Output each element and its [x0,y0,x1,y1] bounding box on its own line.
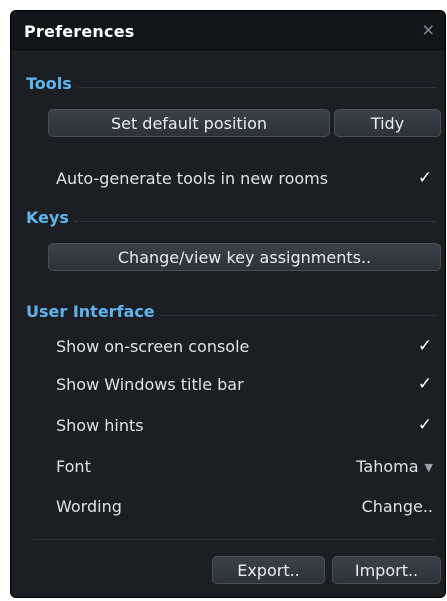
show-console-checkbox[interactable]: ✓ [415,336,435,356]
wording-label: Wording [56,497,122,516]
tidy-button[interactable]: Tidy [334,109,441,137]
preferences-window: Preferences × Tools Set default position… [10,10,446,598]
font-label: Font [56,457,91,476]
show-title-bar-label: Show Windows title bar [56,375,244,394]
keys-heading: Keys [26,207,69,227]
section-divider [160,314,435,316]
chevron-down-icon: ▼ [424,461,433,474]
user-interface-heading: User Interface [26,301,155,321]
footer-divider [33,539,435,540]
show-title-bar-checkbox[interactable]: ✓ [415,374,435,394]
import-button[interactable]: Import.. [332,556,441,584]
show-hints-checkbox[interactable]: ✓ [415,415,435,435]
export-button[interactable]: Export.. [212,556,325,584]
auto-generate-checkbox[interactable]: ✓ [415,168,435,188]
show-hints-label: Show hints [56,416,144,435]
section-user-interface: User Interface [26,300,435,322]
set-default-position-button[interactable]: Set default position [48,109,330,137]
auto-generate-label: Auto-generate tools in new rooms [56,169,329,188]
font-select[interactable]: Tahoma ▼ [356,457,433,476]
tools-heading: Tools [26,73,72,93]
title-bar[interactable]: Preferences × [11,11,445,50]
close-icon[interactable]: × [422,20,435,39]
font-value: Tahoma [356,457,419,476]
change-view-keys-button[interactable]: Change/view key assignments.. [48,243,441,271]
show-console-label: Show on-screen console [56,337,250,356]
section-keys: Keys [26,206,435,228]
wording-change-link[interactable]: Change.. [362,497,433,516]
section-divider [77,86,435,88]
window-title: Preferences [24,22,135,41]
section-divider [74,220,435,222]
section-tools: Tools [26,72,435,94]
